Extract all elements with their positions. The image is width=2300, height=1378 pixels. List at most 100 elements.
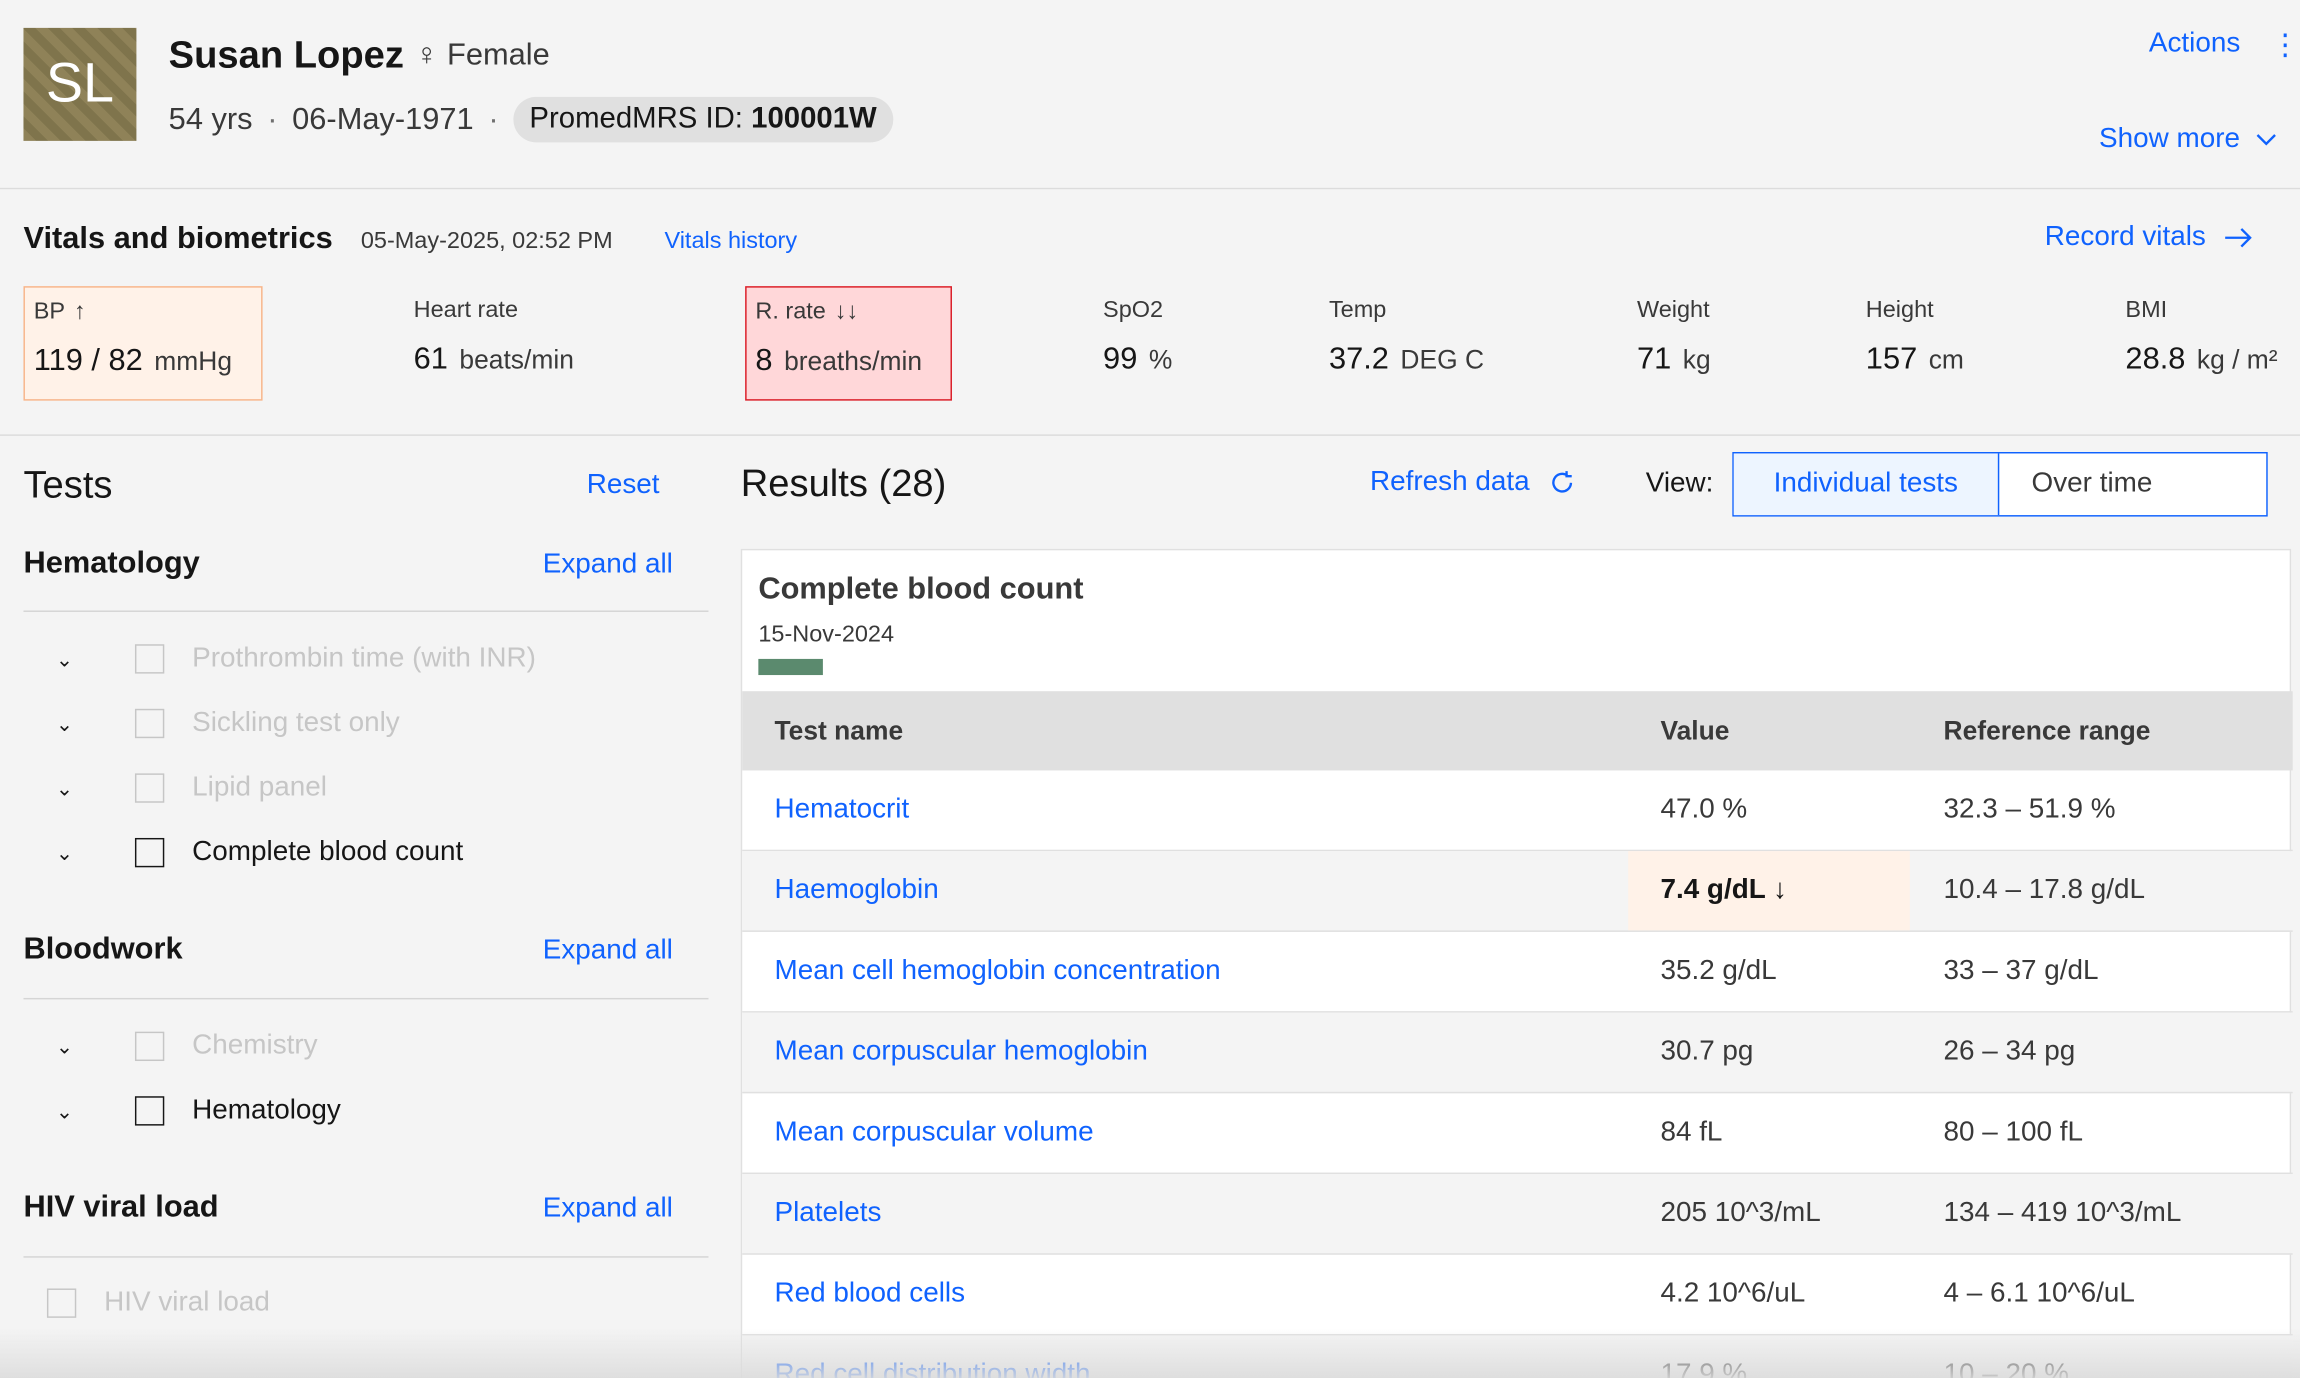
chevron-down-icon[interactable]: ⌄ — [44, 840, 85, 865]
test-reference-range: 4 – 6.1 10^6/uL — [1943, 1278, 2135, 1310]
panel-title: Complete blood count — [758, 572, 1084, 607]
test-value: 47.0 % — [1660, 793, 1748, 825]
chevron-down-icon[interactable]: ⌄ — [44, 646, 85, 671]
test-checkbox[interactable] — [46, 1288, 77, 1318]
divider — [23, 1256, 709, 1258]
column-header-test-name: Test name — [774, 716, 904, 746]
test-item-chemistry[interactable]: ⌄ Chemistry — [44, 1024, 318, 1068]
arrow-right-icon — [2224, 228, 2252, 248]
test-item-lipid-panel[interactable]: ⌄ Lipid panel — [44, 766, 327, 810]
expand-all-button[interactable]: Expand all — [543, 549, 673, 581]
chevron-down-icon — [2256, 134, 2277, 146]
separator-dot: · — [488, 101, 499, 136]
view-individual-tests[interactable]: Individual tests — [1733, 453, 2000, 516]
group-title-bloodwork: Bloodwork — [23, 931, 183, 966]
table-header: Test name Value Reference range — [742, 691, 2293, 771]
test-checkbox[interactable] — [134, 837, 165, 868]
chevron-down-icon[interactable]: ⌄ — [44, 1034, 85, 1059]
result-panel: Complete blood count 15-Nov-2024 Test na… — [740, 548, 2293, 1378]
column-header-value: Value — [1660, 716, 1730, 746]
table-row: Mean cell hemoglobin concentration 35.2 … — [742, 932, 2293, 1013]
refresh-data-button[interactable]: Refresh data — [1370, 467, 1577, 499]
test-name-link[interactable]: Mean corpuscular hemoglobin — [774, 1036, 1147, 1068]
vitals-date: 05-May-2025, 02:52 PM — [360, 228, 613, 254]
patient-dob: 06-May-1971 — [292, 101, 474, 136]
test-reference-range: 26 – 34 pg — [1943, 1036, 2076, 1067]
test-name-link[interactable]: Mean cell hemoglobin concentration — [774, 955, 1220, 987]
table-row: Mean corpuscular volume 84 fL 80 – 100 f… — [742, 1093, 2293, 1175]
test-checkbox[interactable] — [134, 1096, 165, 1126]
patient-header: SL Susan Lopez ♀ Female 54 yrs · 06-May-… — [0, 0, 2300, 190]
view-switcher: Individual tests Over time — [1732, 451, 2268, 517]
test-reference-range: 33 – 37 g/dL — [1943, 955, 2099, 987]
test-name-link[interactable]: Platelets — [774, 1197, 881, 1229]
record-vitals-button[interactable]: Record vitals — [2045, 222, 2253, 254]
results-title: Results (28) — [740, 460, 947, 505]
table-row: Red blood cells 4.2 10^6/uL 4 – 6.1 10^6… — [742, 1255, 2293, 1336]
expand-all-button[interactable]: Expand all — [543, 1193, 673, 1225]
vital-weight: Weight 71 kg — [1636, 297, 1711, 376]
test-name-link[interactable]: Red cell distribution width — [774, 1359, 1090, 1378]
patient-name: Susan Lopez — [168, 32, 404, 77]
test-name-link[interactable]: Red blood cells — [774, 1278, 965, 1310]
test-value: 17.9 % — [1660, 1358, 1748, 1378]
panel-date: 15-Nov-2024 — [758, 622, 895, 648]
patient-meta: 54 yrs · 06-May-1971 · PromedMRS ID: 100… — [168, 96, 893, 143]
test-checkbox[interactable] — [134, 1031, 165, 1062]
vitals-section: Vitals and biometrics 05-May-2025, 02:52… — [0, 189, 2300, 436]
table-row: Mean corpuscular hemoglobin 30.7 pg 26 –… — [742, 1012, 2293, 1094]
vitals-history-link[interactable]: Vitals history — [664, 229, 797, 255]
chevron-down-icon[interactable]: ⌄ — [44, 711, 85, 736]
arrow-up-icon: ↑ — [73, 299, 86, 325]
test-item-hematology[interactable]: ⌄ Hematology — [44, 1089, 341, 1133]
chevron-down-icon[interactable]: ⌄ — [44, 1098, 85, 1123]
vital-spo2: SpO2 99 % — [1103, 297, 1173, 376]
vital-temp: Temp 37.2 DEG C — [1328, 297, 1485, 376]
test-name-link[interactable]: Hematocrit — [774, 794, 909, 826]
expand-all-button[interactable]: Expand all — [543, 935, 673, 967]
test-value: 35.2 g/dL — [1660, 955, 1777, 987]
tests-title: Tests — [23, 462, 113, 507]
actions-button[interactable]: Actions — [2149, 28, 2240, 60]
abnormal-value-cell: 7.4 g/dL ↓ — [1628, 851, 1910, 931]
test-name-link[interactable]: Haemoglobin — [774, 875, 938, 907]
test-name-link[interactable]: Mean corpuscular volume — [774, 1117, 1093, 1149]
test-value: 205 10^3/mL — [1660, 1197, 1821, 1229]
vitals-title: Vitals and biometrics — [23, 221, 333, 256]
view-label: View: — [1645, 468, 1714, 499]
test-reference-range: 10.4 – 17.8 g/dL — [1943, 874, 2146, 906]
table-row: Red cell distribution width 17.9 % 10 – … — [742, 1335, 2293, 1378]
test-reference-range: 32.3 – 51.9 % — [1943, 793, 2116, 825]
test-checkbox[interactable] — [134, 773, 165, 803]
table-row: Haemoglobin 7.4 g/dL ↓ 10.4 – 17.8 g/dL — [742, 851, 2293, 932]
test-item-complete-blood-count[interactable]: ⌄ Complete blood count — [44, 831, 463, 875]
vital-bp: BP ↑ 119 / 82 mmHg — [23, 286, 263, 401]
show-more-button[interactable]: Show more — [2099, 123, 2278, 155]
test-reference-range: 80 – 100 fL — [1943, 1116, 2084, 1148]
column-header-reference-range: Reference range — [1943, 716, 2151, 746]
test-value: 84 fL — [1660, 1116, 1723, 1148]
group-title-hematology: Hematology — [23, 545, 200, 580]
test-item-hiv-viral-load[interactable]: HIV viral load — [44, 1281, 270, 1325]
divider — [23, 610, 709, 612]
patient-gender: ♀ Female — [415, 38, 550, 72]
test-checkbox[interactable] — [134, 644, 165, 674]
overflow-menu-icon[interactable]: ⋮ — [2271, 26, 2300, 63]
test-reference-range: 134 – 419 10^3/mL — [1943, 1197, 2182, 1229]
vital-heart-rate: Heart rate 61 beats/min — [413, 297, 574, 376]
test-value: 7.4 g/dL ↓ — [1660, 874, 1787, 906]
test-checkbox[interactable] — [134, 708, 165, 739]
panel-color-swatch — [758, 658, 823, 676]
refresh-icon — [1551, 471, 1572, 493]
reset-button[interactable]: Reset — [587, 470, 660, 502]
chevron-down-icon[interactable]: ⌄ — [44, 776, 85, 801]
vital-height: Height 157 cm — [1865, 297, 1964, 376]
view-over-time[interactable]: Over time — [1999, 453, 2266, 515]
patient-age: 54 yrs — [168, 101, 253, 136]
test-value: 4.2 10^6/uL — [1660, 1278, 1806, 1310]
test-item-prothrombin[interactable]: ⌄ Prothrombin time (with INR) — [44, 637, 536, 681]
vital-respiratory-rate: R. rate ↓↓ 8 breaths/min — [745, 286, 952, 401]
test-item-sickling[interactable]: ⌄ Sickling test only — [44, 701, 400, 745]
test-reference-range: 10 – 20 % — [1943, 1358, 2070, 1378]
group-title-hiv-viral-load: HIV viral load — [23, 1190, 219, 1224]
